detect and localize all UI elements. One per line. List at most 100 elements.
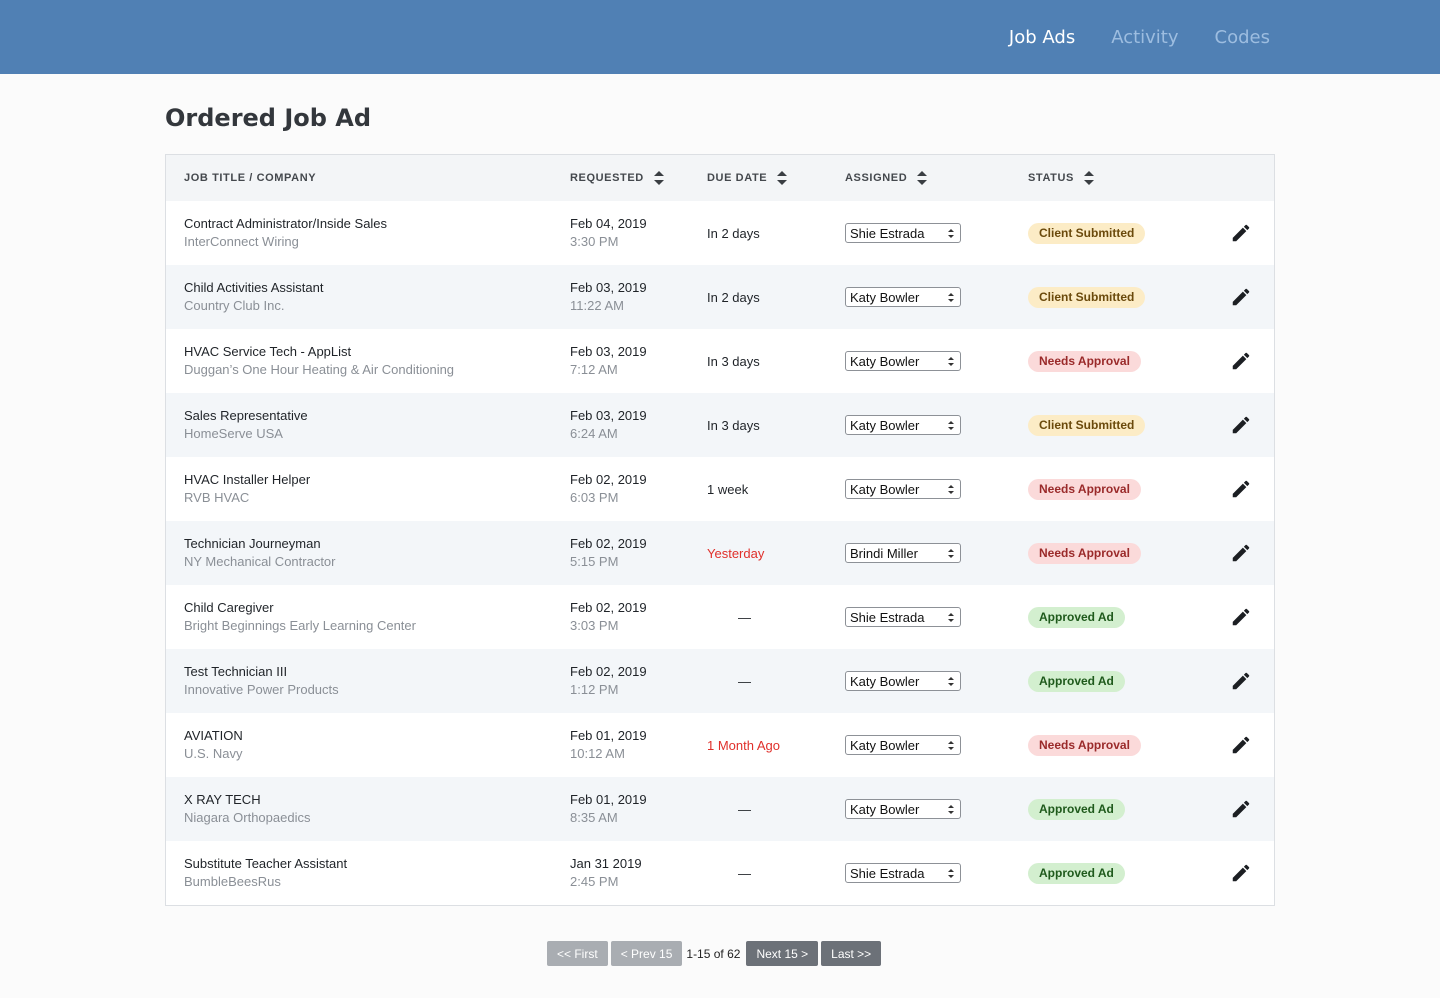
edit-pencil-icon[interactable] — [1230, 734, 1252, 756]
assigned-cell: Katy Bowler — [845, 265, 961, 329]
select-arrows-icon — [948, 676, 954, 686]
sort-icon[interactable] — [653, 171, 664, 185]
due-cell: — — [707, 841, 827, 905]
header-requested[interactable]: REQUESTED — [570, 155, 664, 201]
company-name: Duggan’s One Hour Heating & Air Conditio… — [184, 362, 455, 377]
due-date: 1 Month Ago — [707, 737, 780, 753]
requested-time: 3:03 PM — [570, 618, 619, 633]
status-badge: Client Submitted — [1028, 414, 1146, 436]
nav-job-ads[interactable]: Job Ads — [1009, 27, 1075, 48]
header-requested-label: REQUESTED — [570, 172, 644, 184]
requested-cell: Feb 01, 2019 10:12 AM — [570, 713, 690, 777]
header-assigned[interactable]: ASSIGNED — [845, 155, 928, 201]
assigned-cell: Katy Bowler — [845, 713, 961, 777]
pagination: << First < Prev 15 1-15 of 62 Next 15 > … — [547, 941, 884, 966]
job-cell: Contract Administrator/Inside Sales Inter… — [184, 201, 554, 265]
edit-cell — [1228, 265, 1254, 329]
job-cell: HVAC Installer Helper RVB HVAC — [184, 457, 554, 521]
edit-pencil-icon[interactable] — [1230, 606, 1252, 628]
assignee-value: Katy Bowler — [850, 673, 920, 689]
next-page-button[interactable]: Next 15 > — [746, 941, 819, 966]
main-nav: Job Ads Activity Codes — [973, 0, 1270, 74]
nav-codes[interactable]: Codes — [1215, 27, 1270, 48]
nav-activity[interactable]: Activity — [1111, 27, 1178, 48]
requested-time: 2:45 PM — [570, 874, 619, 889]
assignee-value: Katy Bowler — [850, 417, 920, 433]
requested-date: Feb 03, 2019 — [570, 408, 647, 423]
assigned-cell: Shie Estrada — [845, 841, 961, 905]
due-date: Yesterday — [707, 545, 765, 561]
edit-pencil-icon[interactable] — [1230, 478, 1252, 500]
sort-icon[interactable] — [1083, 171, 1094, 185]
assignee-value: Katy Bowler — [850, 289, 920, 305]
header-job-label: JOB TITLE / COMPANY — [184, 172, 317, 184]
assignee-value: Katy Bowler — [850, 481, 920, 497]
assignee-select[interactable]: Katy Bowler — [845, 671, 961, 691]
edit-pencil-icon[interactable] — [1230, 542, 1252, 564]
page-range-info: 1-15 of 62 — [686, 946, 741, 961]
assignee-select[interactable]: Katy Bowler — [845, 735, 961, 755]
edit-cell — [1228, 585, 1254, 649]
status-badge: Approved Ad — [1028, 862, 1125, 884]
table-row: AVIATION U.S. Navy Feb 01, 2019 10:12 AM 1 M… — [166, 713, 1274, 777]
company-name: BumbleBeesRus — [184, 874, 281, 889]
requested-cell: Feb 03, 2019 6:24 AM — [570, 393, 690, 457]
table-row: Test Technician III Innovative Power Prod… — [166, 649, 1274, 713]
company-name: HomeServe USA — [184, 426, 283, 441]
assignee-select[interactable]: Katy Bowler — [845, 351, 961, 371]
sort-icon[interactable] — [917, 171, 928, 185]
edit-pencil-icon[interactable] — [1230, 798, 1252, 820]
assignee-select[interactable]: Shie Estrada — [845, 607, 961, 627]
status-cell: Approved Ad — [1028, 585, 1125, 649]
edit-pencil-icon[interactable] — [1230, 862, 1252, 884]
due-date: — — [738, 801, 751, 817]
assignee-select[interactable]: Katy Bowler — [845, 799, 961, 819]
assignee-select[interactable]: Shie Estrada — [845, 863, 961, 883]
assignee-select[interactable]: Brindi Miller — [845, 543, 961, 563]
status-badge: Approved Ad — [1028, 798, 1125, 820]
prev-page-button[interactable]: < Prev 15 — [610, 941, 683, 966]
last-page-button[interactable]: Last >> — [821, 941, 882, 966]
edit-pencil-icon[interactable] — [1230, 222, 1252, 244]
status-badge: Client Submitted — [1028, 222, 1146, 244]
requested-date: Feb 03, 2019 — [570, 344, 647, 359]
requested-time: 7:12 AM — [570, 362, 618, 377]
requested-time: 1:12 PM — [570, 682, 619, 697]
first-page-button[interactable]: << First — [547, 941, 608, 966]
assignee-value: Shie Estrada — [850, 609, 925, 625]
header-status[interactable]: STATUS — [1028, 155, 1094, 201]
assigned-cell: Katy Bowler — [845, 777, 961, 841]
assignee-select[interactable]: Katy Bowler — [845, 479, 961, 499]
status-badge: Approved Ad — [1028, 606, 1125, 628]
header-assigned-label: ASSIGNED — [845, 172, 908, 184]
requested-date: Feb 02, 2019 — [570, 472, 647, 487]
job-cell: Test Technician III Innovative Power Prod… — [184, 649, 554, 713]
assignee-select[interactable]: Katy Bowler — [845, 287, 961, 307]
requested-time: 8:35 AM — [570, 810, 618, 825]
edit-cell — [1228, 713, 1254, 777]
edit-pencil-icon[interactable] — [1230, 350, 1252, 372]
due-cell: In 2 days — [707, 201, 827, 265]
requested-date: Jan 31 2019 — [570, 856, 642, 871]
header-due-date[interactable]: DUE DATE — [707, 155, 788, 201]
assigned-cell: Shie Estrada — [845, 585, 961, 649]
sort-icon[interactable] — [777, 171, 788, 185]
due-cell: 1 week — [707, 457, 827, 521]
job-title: Technician Journeyman — [184, 536, 321, 551]
table-header: JOB TITLE / COMPANY REQUESTED DUE DATE A… — [166, 155, 1274, 201]
edit-pencil-icon[interactable] — [1230, 286, 1252, 308]
edit-pencil-icon[interactable] — [1230, 414, 1252, 436]
edit-pencil-icon[interactable] — [1230, 670, 1252, 692]
due-cell: 1 Month Ago — [707, 713, 827, 777]
company-name: RVB HVAC — [184, 490, 250, 505]
table-body: Contract Administrator/Inside Sales Inter… — [166, 201, 1274, 905]
due-cell: In 3 days — [707, 393, 827, 457]
requested-cell: Jan 31 2019 2:45 PM — [570, 841, 690, 905]
status-badge: Needs Approval — [1028, 542, 1141, 564]
assignee-select[interactable]: Katy Bowler — [845, 415, 961, 435]
assignee-select[interactable]: Shie Estrada — [845, 223, 961, 243]
page-title: Ordered Job Ad — [165, 104, 372, 132]
due-date: In 3 days — [707, 353, 760, 369]
assignee-value: Katy Bowler — [850, 353, 920, 369]
requested-cell: Feb 03, 2019 7:12 AM — [570, 329, 690, 393]
